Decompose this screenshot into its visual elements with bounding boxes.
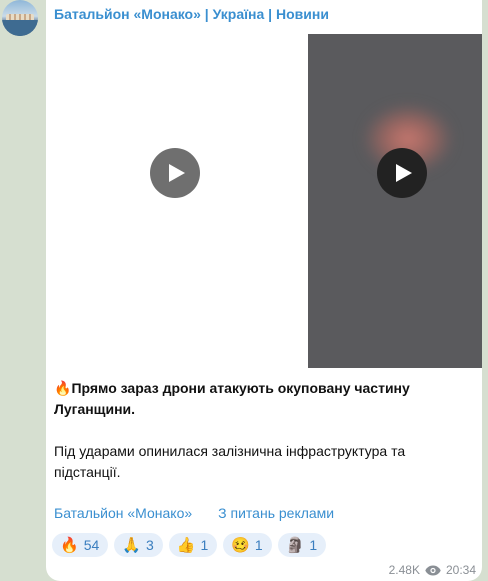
channel-name[interactable]: Батальйон «Монако» | Україна | Новини bbox=[54, 6, 329, 22]
video-thumbnail-2[interactable] bbox=[308, 34, 482, 368]
reaction-thumbs-up[interactable]: 👍 1 bbox=[168, 533, 218, 557]
channel-avatar[interactable] bbox=[2, 0, 38, 36]
message-text: 🔥Прямо зараз дрони атакують окуповану ча… bbox=[54, 378, 474, 483]
message-body: Під ударами опинилася залізнична інфраст… bbox=[54, 443, 406, 480]
ads-link[interactable]: З питань реклами bbox=[218, 505, 334, 521]
reaction-count: 1 bbox=[309, 537, 318, 553]
thumbs-up-icon: 👍 bbox=[176, 536, 196, 554]
woozy-face-icon: 🥴 bbox=[231, 536, 250, 554]
reaction-count: 1 bbox=[254, 537, 263, 553]
message-time: 20:34 bbox=[445, 563, 476, 577]
reaction-count: 1 bbox=[200, 537, 209, 553]
avatar-sea-graphic bbox=[2, 20, 38, 36]
reaction-pray[interactable]: 🙏 3 bbox=[114, 533, 163, 557]
message-bubble: Батальйон «Монако» | Україна | Новини 🔥П… bbox=[46, 0, 482, 581]
message-meta: 2.48K 20:34 bbox=[389, 563, 476, 577]
message-links: Батальйон «Монако» З питань реклами bbox=[54, 505, 334, 521]
reaction-count: 3 bbox=[145, 537, 154, 553]
reaction-moai[interactable]: 🗿 1 bbox=[277, 533, 327, 557]
play-icon[interactable] bbox=[377, 148, 427, 198]
video-thumbnail-1[interactable] bbox=[46, 34, 304, 368]
view-count: 2.48K bbox=[388, 563, 420, 577]
reaction-fire[interactable]: 🔥 54 bbox=[52, 533, 109, 557]
fire-emoji-icon: 🔥 bbox=[54, 380, 72, 396]
reaction-woozy[interactable]: 🥴 1 bbox=[223, 533, 272, 557]
eye-icon bbox=[425, 565, 441, 575]
reactions-bar: 🔥 54 🙏 3 👍 1 🥴 1 🗿 1 bbox=[52, 533, 327, 557]
fire-icon: 🔥 bbox=[60, 536, 79, 554]
channel-link[interactable]: Батальйон «Монако» bbox=[54, 505, 192, 521]
reaction-count: 54 bbox=[83, 537, 100, 553]
pray-icon: 🙏 bbox=[122, 536, 141, 554]
play-icon[interactable] bbox=[150, 148, 200, 198]
message-headline: 🔥Прямо зараз дрони атакують окуповану ча… bbox=[54, 380, 410, 417]
moai-icon: 🗿 bbox=[285, 536, 305, 554]
